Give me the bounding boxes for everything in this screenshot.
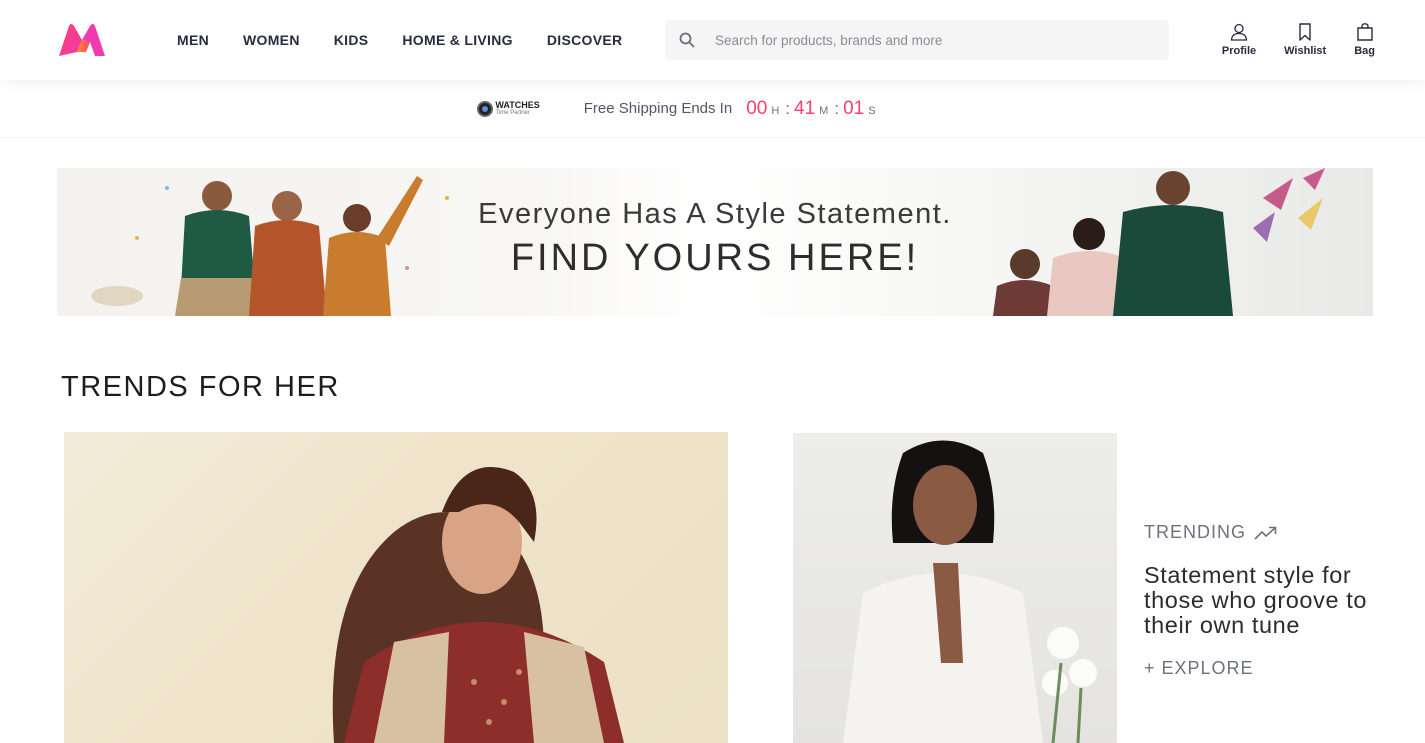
main-nav: MEN WOMEN KIDS HOME & LIVING DISCOVER: [177, 0, 656, 80]
hero-banner[interactable]: Everyone Has A Style Statement. FIND YOU…: [57, 168, 1373, 316]
nav-home-living[interactable]: HOME & LIVING: [402, 32, 512, 48]
countdown-timer: 00 H : 41 M : 01 S: [746, 98, 877, 120]
explore-link[interactable]: + EXPLORE: [1144, 658, 1394, 679]
nav-women[interactable]: WOMEN: [243, 32, 300, 48]
time-partner-badge: WATCHES Time Partner: [477, 99, 540, 117]
timer-seconds-unit: S: [868, 104, 876, 117]
banner-copy: Everyone Has A Style Statement. FIND YOU…: [57, 198, 1373, 280]
header-actions: Profile Wishlist Bag: [1194, 22, 1375, 57]
timer-minutes: 41: [794, 97, 816, 119]
bookmark-icon: [1299, 23, 1311, 41]
trending-text: TRENDING: [1144, 522, 1246, 542]
nav-kids[interactable]: KIDS: [334, 32, 369, 48]
profile-button[interactable]: Profile: [1222, 22, 1256, 57]
user-icon: [1230, 23, 1248, 41]
search-bar: [665, 20, 1169, 60]
section-title: TRENDS FOR HER: [61, 371, 340, 403]
myntra-logo[interactable]: [57, 22, 107, 58]
bag-label: Bag: [1354, 45, 1375, 57]
trend-info: TRENDING Statement style for those who g…: [1144, 522, 1394, 679]
timer-hours-unit: H: [771, 104, 780, 117]
trending-label: TRENDING: [1144, 522, 1394, 543]
partner-name: WATCHES: [495, 99, 540, 110]
banner-headline: FIND YOURS HERE!: [510, 237, 920, 279]
timer-colon: :: [785, 98, 791, 118]
profile-label: Profile: [1221, 45, 1257, 57]
partner-sub: Time Partner: [495, 109, 530, 116]
trending-up-icon: [1254, 526, 1277, 540]
timer-minutes-unit: M: [819, 104, 829, 117]
trend-main-image[interactable]: [64, 432, 728, 743]
bmw-logo-icon: [477, 100, 494, 117]
search-icon[interactable]: [665, 20, 709, 60]
free-shipping-strip: WATCHES Time Partner Free Shipping Ends …: [0, 80, 1425, 138]
banner-tagline: Everyone Has A Style Statement.: [478, 198, 952, 230]
bag-button[interactable]: Bag: [1354, 22, 1375, 57]
model-in-white-kurta-image: [843, 440, 1097, 743]
search-input[interactable]: [709, 20, 1169, 60]
bag-icon: [1356, 23, 1373, 41]
timer-seconds: 01: [843, 97, 865, 119]
wishlist-button[interactable]: Wishlist: [1284, 22, 1326, 57]
site-header: MEN WOMEN KIDS HOME & LIVING DISCOVER Pr…: [0, 0, 1425, 80]
model-in-floral-dress-image: [332, 467, 624, 743]
shipping-message: Free Shipping Ends In: [583, 100, 733, 117]
trend-side-image[interactable]: [793, 433, 1117, 743]
nav-men[interactable]: MEN: [177, 32, 209, 48]
nav-discover[interactable]: DISCOVER: [547, 32, 623, 48]
wishlist-label: Wishlist: [1284, 45, 1327, 57]
timer-colon: :: [834, 98, 840, 118]
trend-headline: Statement style for those who groove to …: [1144, 562, 1368, 638]
timer-hours: 00: [746, 97, 768, 119]
